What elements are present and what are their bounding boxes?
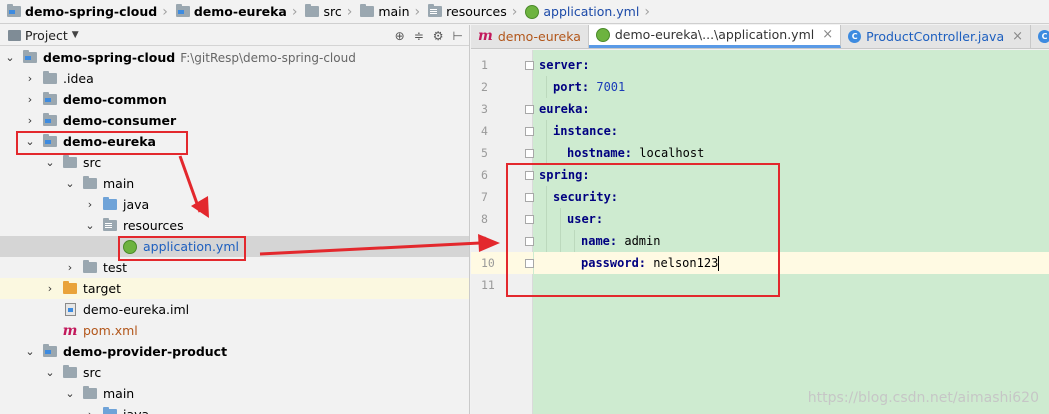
tree-item[interactable]: ⌄ demo-provider-product [0, 341, 469, 362]
fold-marker-icon[interactable] [525, 61, 534, 70]
annotation-box-file [118, 236, 246, 261]
navigation-bar: demo-spring-cloud › demo-eureka › src › … [0, 0, 1049, 24]
close-icon[interactable]: × [1012, 29, 1023, 44]
tab-product-controller[interactable]: C ProductController.java × [841, 25, 1032, 48]
chevron-right-icon[interactable]: › [24, 72, 36, 85]
fold-marker-icon[interactable] [525, 105, 534, 114]
tab-application-yml[interactable]: demo-eureka\...\application.yml × [588, 25, 842, 48]
folder-icon [304, 4, 320, 19]
chevron-right-icon[interactable]: › [84, 198, 96, 211]
breadcrumb-item[interactable]: src [298, 0, 345, 23]
folder-icon [62, 365, 78, 380]
tree-item[interactable]: ⌄ resources [0, 215, 469, 236]
chevron-down-icon[interactable]: ⌄ [44, 366, 56, 379]
code-line[interactable]: hostname: localhost [534, 142, 1049, 164]
project-toolbar: Project ▼ ⊕ ≑ ⚙ ⊢ [0, 25, 469, 46]
folder-icon [42, 71, 58, 86]
chevron-right-icon[interactable]: › [44, 282, 56, 295]
chevron-right-icon: › [291, 3, 298, 20]
code-line[interactable]: eureka: [534, 98, 1049, 120]
tree-item[interactable]: ⌄ src [0, 152, 469, 173]
tree-item[interactable]: ⌄ main [0, 173, 469, 194]
tree-item[interactable]: › demo-common [0, 89, 469, 110]
module-folder-icon [42, 344, 58, 359]
tree-item[interactable]: › java [0, 404, 469, 414]
chevron-down-icon[interactable]: ⌄ [4, 51, 16, 64]
project-view-icon [8, 29, 21, 41]
yaml-file-icon [524, 4, 540, 19]
folder-icon [82, 386, 98, 401]
hide-icon[interactable]: ⊢ [453, 29, 463, 43]
chevron-right-icon[interactable]: › [84, 408, 96, 414]
project-panel: Project ▼ ⊕ ≑ ⚙ ⊢ ⌄ demo-spring-cloud F:… [0, 25, 470, 414]
class-icon: C [848, 29, 862, 43]
locate-icon[interactable]: ⊕ [395, 29, 405, 43]
yaml-file-icon [595, 27, 610, 42]
breadcrumb-item[interactable]: demo-eureka [169, 0, 291, 23]
code-line[interactable]: port: 7001 [534, 76, 1049, 98]
fold-marker-icon[interactable] [525, 149, 534, 158]
excluded-folder-icon [62, 281, 78, 296]
module-folder-icon [42, 92, 58, 107]
breadcrumb-item[interactable]: resources [421, 0, 511, 23]
iml-file-icon [62, 303, 78, 317]
collapse-all-icon[interactable]: ≑ [414, 29, 424, 43]
breadcrumb-item[interactable]: application.yml [518, 0, 643, 23]
tree-item[interactable]: ⌄ demo-spring-cloud F:\gitResp\demo-spri… [0, 47, 469, 68]
chevron-down-icon[interactable]: ▼ [68, 30, 79, 40]
folder-icon [359, 4, 375, 19]
editor-tabs: m demo-eureka demo-eureka\...\applicatio… [471, 25, 1049, 49]
folder-icon [82, 260, 98, 275]
module-folder-icon [22, 50, 38, 65]
resources-folder-icon [102, 218, 118, 233]
chevron-right-icon: › [511, 3, 518, 20]
chevron-down-icon[interactable]: ⌄ [64, 177, 76, 190]
chevron-right-icon: › [346, 3, 353, 20]
tree-item[interactable]: › demo-consumer [0, 110, 469, 131]
tree-item[interactable]: › .idea [0, 68, 469, 89]
folder-icon [82, 176, 98, 191]
chevron-right-icon: › [162, 3, 168, 20]
chevron-right-icon: › [414, 3, 421, 20]
chevron-right-icon: › [644, 3, 650, 20]
code-line[interactable]: instance: [534, 120, 1049, 142]
tree-item[interactable]: ⌄ main [0, 383, 469, 404]
maven-icon: m [478, 28, 493, 44]
source-folder-icon [102, 407, 118, 414]
tree-item[interactable]: ⌄ src [0, 362, 469, 383]
tree-item[interactable]: › target [0, 278, 469, 299]
fold-marker-icon[interactable] [525, 127, 534, 136]
watermark: https://blog.csdn.net/aimashi620 [807, 390, 1039, 406]
annotation-box-code [506, 163, 780, 297]
module-folder-icon [6, 4, 22, 19]
settings-icon[interactable]: ⚙ [433, 29, 444, 43]
breadcrumb-item[interactable]: demo-spring-cloud [0, 0, 161, 23]
tab-demo-eureka-pom[interactable]: m demo-eureka [471, 25, 589, 48]
tree-item[interactable]: demo-eureka.iml [0, 299, 469, 320]
maven-icon: m [62, 322, 78, 339]
chevron-down-icon[interactable]: ⌄ [24, 345, 36, 358]
module-folder-icon [42, 113, 58, 128]
tab-overflow[interactable]: C E [1031, 25, 1049, 48]
chevron-right-icon[interactable]: › [24, 114, 36, 127]
tree-item[interactable]: m pom.xml [0, 320, 469, 341]
chevron-down-icon[interactable]: ⌄ [44, 156, 56, 169]
class-icon: C [1038, 29, 1049, 43]
code-line[interactable]: server: [534, 54, 1049, 76]
tree-item[interactable]: › java [0, 194, 469, 215]
close-icon[interactable]: × [822, 27, 833, 42]
chevron-right-icon[interactable]: › [24, 93, 36, 106]
module-folder-icon [175, 4, 191, 19]
breadcrumb-item[interactable]: main [353, 0, 413, 23]
chevron-right-icon[interactable]: › [64, 261, 76, 274]
project-view-selector[interactable]: Project [21, 28, 68, 43]
chevron-down-icon[interactable]: ⌄ [84, 219, 96, 232]
chevron-down-icon[interactable]: ⌄ [64, 387, 76, 400]
folder-icon [62, 155, 78, 170]
source-folder-icon [102, 197, 118, 212]
resources-folder-icon [427, 4, 443, 19]
annotation-box-module [16, 131, 188, 155]
